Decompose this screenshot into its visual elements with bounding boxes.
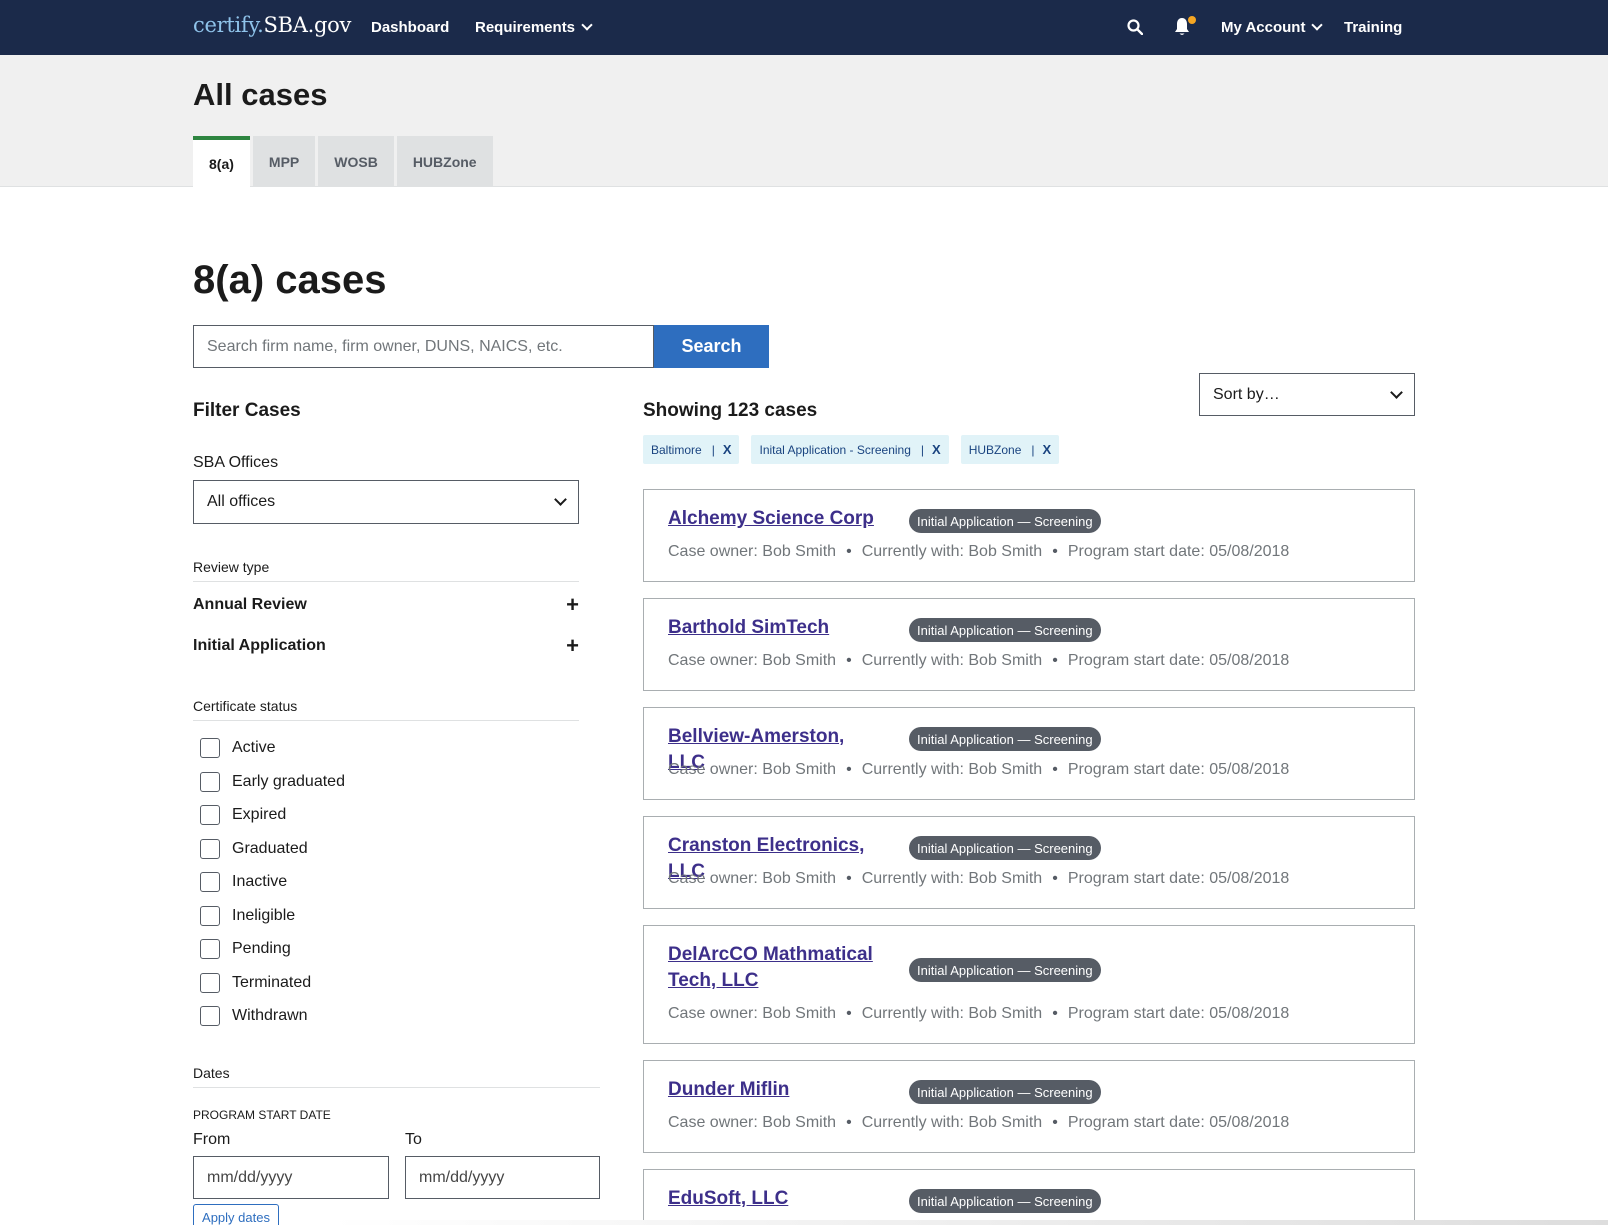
accordion-initial-application[interactable]: Initial Application + — [193, 635, 579, 657]
nav-my-account-menu[interactable]: My Account — [1221, 19, 1324, 36]
status-checkbox-active[interactable]: Active — [200, 738, 276, 758]
case-firm-link[interactable]: EduSoft, LLC — [668, 1186, 883, 1212]
status-badge: Initial Application — Screening — [909, 618, 1101, 642]
active-filter-chips: Baltimore | X Inital Application - Screeni… — [643, 435, 1060, 464]
chevron-down-icon — [554, 493, 567, 506]
case-card: Dunder Miflin Initial Application — Scre… — [643, 1060, 1415, 1153]
case-card: Barthold SimTech Initial Application — S… — [643, 598, 1415, 691]
tab-wosb[interactable]: WOSB — [318, 136, 394, 187]
review-type-heading: Review type — [193, 559, 579, 582]
status-badge: Initial Application — Screening — [909, 836, 1101, 860]
page-title: All cases — [193, 77, 328, 112]
case-meta: Case owner: Bob Smith • Currently with: Bo… — [668, 1005, 1290, 1022]
case-card: Cranston Electronics, LLC Initial Applic… — [643, 816, 1415, 909]
filter-chip-baltimore: Baltimore | X — [643, 435, 740, 464]
results-count: Showing 123 cases — [643, 400, 818, 421]
status-checkbox-expired[interactable]: Expired — [200, 805, 286, 825]
search-button[interactable]: Search — [654, 325, 769, 368]
chevron-down-icon — [581, 19, 593, 31]
status-checkbox-withdrawn[interactable]: Withdrawn — [200, 1006, 308, 1026]
remove-chip-icon[interactable]: X — [1043, 442, 1052, 457]
nav-dashboard-link[interactable]: Dashboard — [371, 19, 449, 36]
section-title: 8(a) cases — [193, 258, 387, 302]
top-navigation: certify.SBA.gov Dashboard Requirements M… — [0, 0, 1608, 55]
checkbox[interactable] — [200, 738, 220, 758]
checkbox[interactable] — [200, 939, 220, 959]
status-checkbox-early-graduated[interactable]: Early graduated — [200, 772, 345, 792]
status-checkbox-pending[interactable]: Pending — [200, 939, 291, 959]
status-badge: Initial Application — Screening — [909, 1189, 1101, 1213]
status-checkbox-ineligible[interactable]: Ineligible — [200, 906, 295, 926]
case-meta: Case owner: Bob Smith • Currently with: Bo… — [668, 870, 1290, 887]
checkbox[interactable] — [200, 772, 220, 792]
case-meta: Case owner: Bob Smith • Currently with: Bo… — [668, 761, 1290, 778]
tab-8a[interactable]: 8(a) — [193, 136, 250, 187]
chevron-down-icon — [1390, 385, 1403, 399]
nav-training-link[interactable]: Training — [1344, 19, 1402, 36]
filter-chip-initial-application: Inital Application - Screening | X — [751, 435, 949, 464]
tab-hubzone[interactable]: HUBZone — [396, 136, 493, 187]
chevron-down-icon — [1311, 19, 1324, 31]
checkbox[interactable] — [200, 1006, 220, 1026]
to-date-input[interactable] — [405, 1156, 600, 1199]
from-date-input[interactable] — [193, 1156, 389, 1199]
offices-label: SBA Offices — [193, 454, 279, 471]
search-input[interactable] — [193, 325, 654, 368]
offices-select[interactable]: All offices — [193, 480, 579, 524]
filter-chip-hubzone: HUBZone | X — [960, 435, 1060, 464]
case-firm-link[interactable]: Alchemy Science Corp — [668, 506, 883, 532]
case-firm-link[interactable]: Barthold SimTech — [668, 615, 883, 641]
remove-chip-icon[interactable]: X — [723, 442, 732, 457]
status-checkbox-graduated[interactable]: Graduated — [200, 839, 308, 859]
apply-dates-button[interactable]: Apply dates — [193, 1204, 279, 1225]
checkbox[interactable] — [200, 805, 220, 825]
status-badge: Initial Application — Screening — [909, 1080, 1101, 1104]
plus-icon: + — [566, 592, 579, 617]
case-card: Bellview-Amerston, LLC Initial Applicati… — [643, 707, 1415, 800]
status-badge: Initial Application — Screening — [909, 727, 1101, 751]
plus-icon: + — [566, 633, 579, 658]
case-meta: Case owner: Bob Smith • Currently with: Bo… — [668, 1114, 1290, 1131]
bottom-shadow — [330, 1220, 1608, 1225]
program-tabs: 8(a) MPP WOSB HUBZone — [193, 136, 493, 187]
tab-mpp[interactable]: MPP — [252, 136, 316, 187]
accordion-annual-review[interactable]: Annual Review + — [193, 594, 579, 616]
dates-heading: Dates — [193, 1065, 600, 1088]
from-label: From — [193, 1131, 231, 1148]
remove-chip-icon[interactable]: X — [932, 442, 941, 457]
program-start-date-label: Program start date — [193, 1108, 331, 1122]
checkbox[interactable] — [200, 839, 220, 859]
nav-requirements-menu[interactable]: Requirements — [475, 19, 593, 36]
case-card: Alchemy Science Corp Initial Application… — [643, 489, 1415, 582]
case-meta: Case owner: Bob Smith • Currently with: Bo… — [668, 543, 1290, 560]
notification-dot — [1188, 16, 1196, 24]
to-label: To — [405, 1131, 422, 1148]
case-card: EduSoft, LLC Initial Application — Scree… — [643, 1169, 1415, 1225]
checkbox[interactable] — [200, 973, 220, 993]
filter-title: Filter Cases — [193, 400, 301, 421]
case-firm-link[interactable]: DelArcCO Mathmatical Tech, LLC — [668, 942, 883, 994]
case-meta: Case owner: Bob Smith • Currently with: Bo… — [668, 652, 1290, 669]
status-badge: Initial Application — Screening — [909, 509, 1101, 533]
checkbox[interactable] — [200, 872, 220, 892]
checkbox[interactable] — [200, 906, 220, 926]
case-card: DelArcCO Mathmatical Tech, LLC Initial A… — [643, 925, 1415, 1044]
status-checkbox-terminated[interactable]: Terminated — [200, 973, 311, 993]
status-badge: Initial Application — Screening — [909, 958, 1101, 982]
site-logo[interactable]: certify.SBA.gov — [193, 13, 351, 37]
status-checkbox-inactive[interactable]: Inactive — [200, 872, 287, 892]
sort-select[interactable]: Sort by… — [1199, 373, 1415, 416]
search-icon[interactable] — [1127, 19, 1143, 35]
certificate-status-heading: Certificate status — [193, 698, 579, 721]
case-firm-link[interactable]: Dunder Miflin — [668, 1077, 883, 1103]
